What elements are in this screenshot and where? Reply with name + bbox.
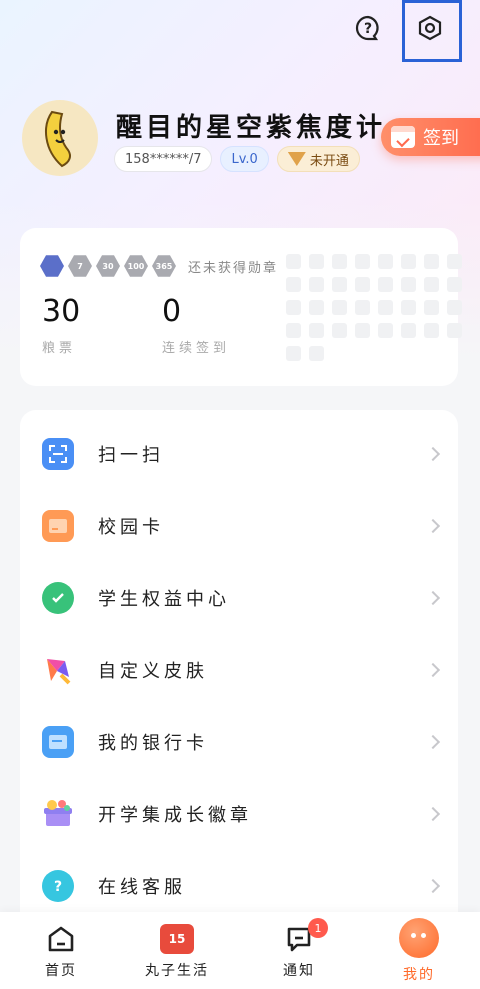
menu-list: 扫一扫 校园卡 学生权益中心 自定义皮肤 我的银行卡 开学集成长徽章 ? 在线客… [20,410,458,930]
settings-highlight-box [402,0,462,62]
vip-icon [287,152,306,166]
menu-item-custom-skin[interactable]: 自定义皮肤 [20,640,458,700]
menu-label: 在线客服 [98,877,186,898]
banana-avatar-icon [45,110,71,168]
help-button[interactable]: ? [348,8,388,48]
tab-home[interactable]: 首页 [16,924,106,980]
avatar[interactable] [22,100,98,176]
menu-item-scan[interactable]: 扫一扫 [20,424,458,484]
streak-label: 连续签到 [162,341,231,356]
menu-item-campus-card[interactable]: 校园卡 [20,496,458,556]
menu-label: 扫一扫 [98,445,164,466]
stats-card: 7 30 100 365 还未获得勋章 30 粮票 0 连续签到 [20,228,462,386]
streak-stat[interactable]: 0 连续签到 [162,294,230,356]
menu-item-bank-card[interactable]: 我的银行卡 [20,712,458,772]
medals-label: 还未获得勋章 [188,260,279,276]
streak-value: 0 [162,294,182,329]
tab-label: 首页 [45,963,77,979]
medal-100-icon: 100 [124,255,148,277]
menu-item-growth-badge[interactable]: 开学集成长徽章 [20,784,458,844]
promo-icon: 15 [160,924,194,954]
signin-calendar-grid [286,254,462,361]
signin-button[interactable]: 签到 [381,118,480,156]
medal-row[interactable]: 7 30 100 365 还未获得勋章 [40,254,278,278]
tab-label: 我的 [403,967,435,983]
level-badge[interactable]: Lv.0 [220,146,269,172]
notification-badge: 1 [308,918,328,938]
liangpiao-stat[interactable]: 30 粮票 [42,294,80,356]
chevron-right-icon [425,446,441,462]
svg-text:?: ? [54,879,62,895]
chevron-right-icon [425,518,441,534]
menu-label: 学生权益中心 [98,589,230,610]
chevron-right-icon [425,590,441,606]
medal-7-icon: 7 [68,255,92,277]
bottom-tab-bar: 首页 15 丸子生活 1 通知 我的 [0,912,480,989]
svg-text:?: ? [364,21,372,37]
chevron-right-icon [425,734,441,750]
nickname: 醒目的星空紫焦度计 [116,113,387,143]
menu-item-student-benefits[interactable]: 学生权益中心 [20,568,458,628]
vip-badge[interactable]: 未开通 [276,146,360,172]
tab-me[interactable]: 我的 [374,918,464,984]
liangpiao-label: 粮票 [42,341,77,356]
tab-notifications[interactable]: 1 通知 [254,918,344,980]
calendar-check-icon [391,126,415,148]
tab-label: 丸子生活 [145,963,209,979]
skin-icon [42,654,74,686]
medal-icon [40,255,64,277]
medal-365-icon: 365 [152,255,176,277]
card-icon [42,510,74,542]
chevron-right-icon [425,806,441,822]
badge-check-icon [42,582,74,614]
menu-label: 开学集成长徽章 [98,805,252,826]
menu-label: 我的银行卡 [98,733,208,754]
signin-label: 签到 [423,128,459,149]
menu-label: 自定义皮肤 [98,661,208,682]
phone-tag: 158******/7 [114,146,213,172]
chevron-right-icon [425,662,441,678]
me-icon [399,918,439,958]
tab-label: 通知 [283,963,315,979]
liangpiao-value: 30 [42,294,81,329]
customer-service-icon: ? [42,870,74,902]
medal-30-icon: 30 [96,255,120,277]
bank-card-icon [42,726,74,758]
gift-box-icon [42,798,74,830]
menu-label: 校园卡 [98,517,164,538]
menu-item-customer-service[interactable]: ? 在线客服 [20,856,458,916]
tab-wanzi-life[interactable]: 15 丸子生活 [132,924,222,980]
scan-icon [42,438,74,470]
vip-status: 未开通 [309,153,349,169]
home-icon [48,926,74,952]
help-icon: ? [355,15,379,41]
chevron-right-icon [425,878,441,894]
